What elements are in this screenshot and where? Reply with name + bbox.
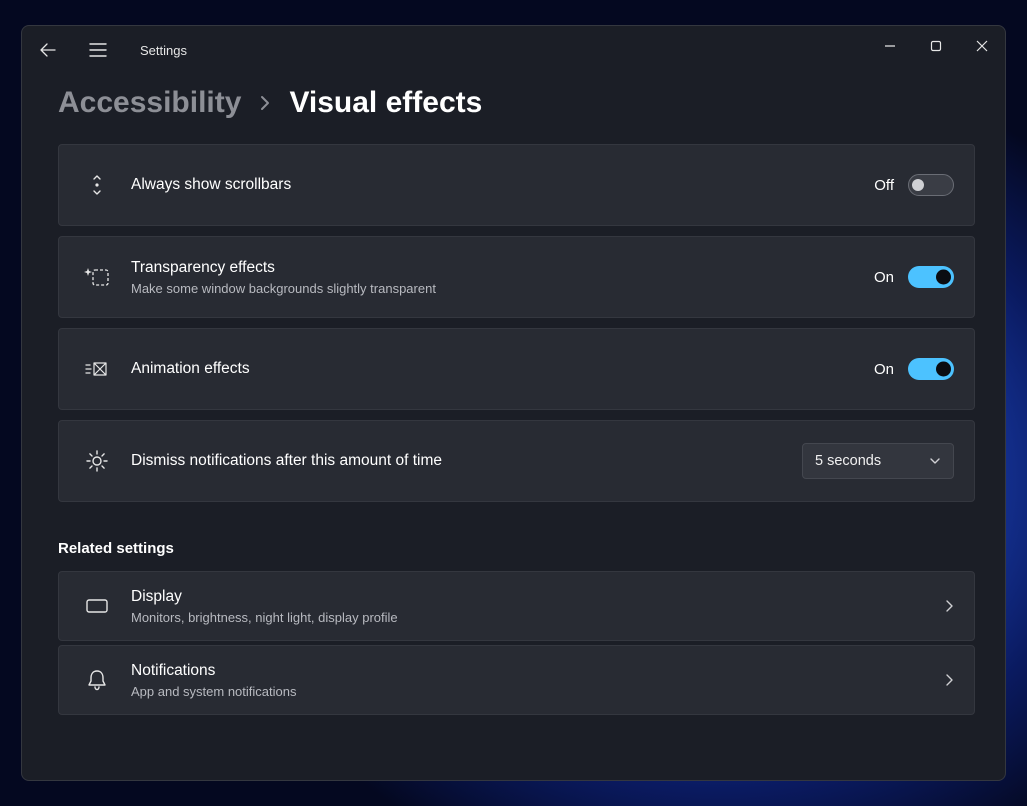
setting-scrollbars[interactable]: Always show scrollbars Off bbox=[58, 144, 975, 226]
toggle-state-label: On bbox=[874, 269, 894, 286]
breadcrumb-parent[interactable]: Accessibility bbox=[58, 86, 241, 120]
related-notifications[interactable]: Notifications App and system notificatio… bbox=[58, 645, 975, 715]
chevron-down-icon bbox=[929, 457, 941, 465]
close-button[interactable] bbox=[959, 26, 1005, 66]
setting-subtitle: Make some window backgrounds slightly tr… bbox=[131, 281, 874, 296]
back-button[interactable] bbox=[32, 34, 64, 66]
hamburger-icon bbox=[89, 43, 107, 57]
scrollbars-toggle[interactable] bbox=[908, 174, 954, 196]
setting-title: Transparency effects bbox=[131, 258, 874, 279]
dismiss-time-dropdown[interactable]: 5 seconds bbox=[802, 443, 954, 479]
bell-icon bbox=[79, 669, 115, 691]
transparency-toggle[interactable] bbox=[908, 266, 954, 288]
setting-title: Always show scrollbars bbox=[131, 175, 874, 196]
titlebar: Settings bbox=[22, 26, 1005, 74]
monitor-icon bbox=[79, 597, 115, 615]
page-title: Visual effects bbox=[289, 86, 482, 120]
minimize-button[interactable] bbox=[867, 26, 913, 66]
scrollbar-icon bbox=[79, 173, 115, 197]
animation-toggle[interactable] bbox=[908, 358, 954, 380]
chevron-right-icon bbox=[259, 95, 271, 111]
toggle-state-label: On bbox=[874, 361, 894, 378]
setting-dismiss-notifications[interactable]: Dismiss notifications after this amount … bbox=[58, 420, 975, 502]
animation-icon bbox=[79, 359, 115, 379]
related-settings-heading: Related settings bbox=[58, 540, 975, 557]
dropdown-value: 5 seconds bbox=[815, 453, 881, 469]
related-title: Display bbox=[131, 587, 944, 608]
arrow-left-icon bbox=[40, 42, 56, 58]
chevron-right-icon bbox=[944, 599, 954, 613]
setting-transparency[interactable]: Transparency effects Make some window ba… bbox=[58, 236, 975, 318]
brightness-icon bbox=[79, 449, 115, 473]
related-subtitle: Monitors, brightness, night light, displ… bbox=[131, 610, 944, 625]
chevron-right-icon bbox=[944, 673, 954, 687]
minimize-icon bbox=[884, 40, 896, 52]
setting-title: Dismiss notifications after this amount … bbox=[131, 451, 802, 472]
close-icon bbox=[976, 40, 988, 52]
related-title: Notifications bbox=[131, 661, 944, 682]
related-subtitle: App and system notifications bbox=[131, 684, 944, 699]
toggle-state-label: Off bbox=[874, 177, 894, 194]
app-title: Settings bbox=[140, 43, 187, 58]
maximize-icon bbox=[930, 40, 942, 52]
related-display[interactable]: Display Monitors, brightness, night ligh… bbox=[58, 571, 975, 641]
breadcrumb: Accessibility Visual effects bbox=[58, 86, 975, 120]
nav-menu-button[interactable] bbox=[82, 34, 114, 66]
sparkle-window-icon bbox=[79, 266, 115, 288]
setting-animation[interactable]: Animation effects On bbox=[58, 328, 975, 410]
maximize-button[interactable] bbox=[913, 26, 959, 66]
setting-title: Animation effects bbox=[131, 359, 874, 380]
settings-window: Settings Accessibility Visual effects bbox=[21, 25, 1006, 781]
